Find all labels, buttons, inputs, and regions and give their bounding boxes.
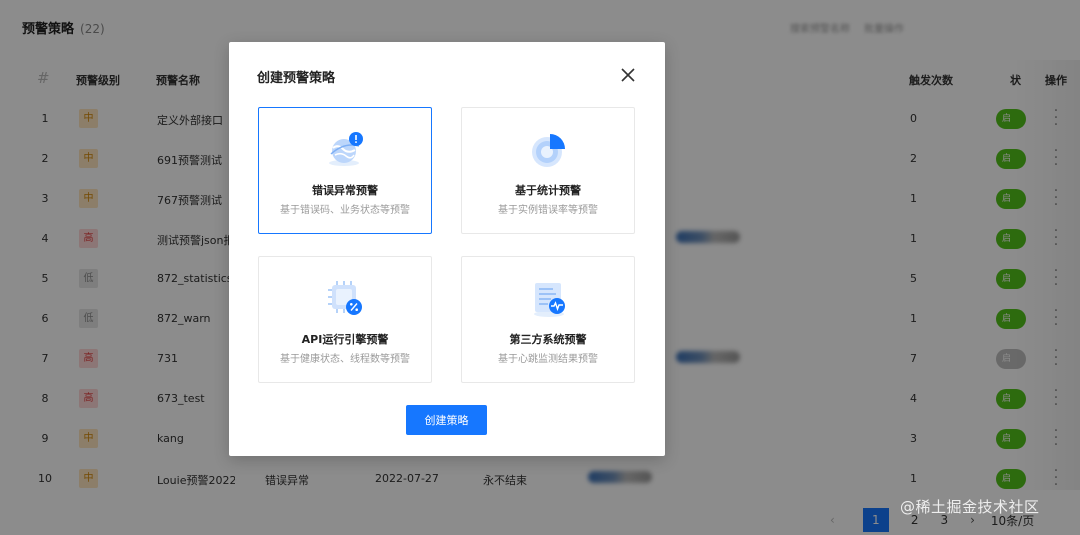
close-icon — [621, 68, 635, 82]
cpu-percent-icon — [328, 281, 362, 315]
create-strategy-modal: 创建预警策略 错误异常预警 基于错误码、业务状态等预警 基于统计预警 基于实例错 — [229, 42, 665, 456]
globe-alert-icon — [329, 132, 363, 166]
card-title: 错误异常预警 — [312, 184, 378, 197]
card-error-alert[interactable]: 错误异常预警 基于错误码、业务状态等预警 — [258, 107, 432, 234]
card-title: 基于统计预警 — [515, 184, 581, 197]
card-desc: 基于实例错误率等预警 — [498, 205, 598, 216]
watermark-text: @稀土掘金技术社区 — [900, 498, 1040, 516]
card-title: API运行引擎预警 — [301, 333, 389, 346]
modal-title: 创建预警策略 — [257, 71, 336, 86]
card-statistics-alert[interactable]: 基于统计预警 基于实例错误率等预警 — [461, 107, 635, 234]
card-third-party-alert[interactable]: 第三方系统预警 基于心跳监测结果预警 — [461, 256, 635, 383]
create-strategy-button[interactable]: 创建策略 — [406, 405, 487, 435]
card-title: 第三方系统预警 — [509, 333, 587, 346]
heartbeat-monitor-icon — [534, 283, 565, 317]
card-desc: 基于错误码、业务状态等预警 — [280, 205, 410, 216]
card-api-engine-alert[interactable]: API运行引擎预警 基于健康状态、线程数等预警 — [258, 256, 432, 383]
close-button[interactable] — [617, 64, 639, 86]
card-desc: 基于心跳监测结果预警 — [498, 354, 598, 365]
card-desc: 基于健康状态、线程数等预警 — [280, 354, 410, 365]
pie-chart-icon — [532, 134, 565, 167]
